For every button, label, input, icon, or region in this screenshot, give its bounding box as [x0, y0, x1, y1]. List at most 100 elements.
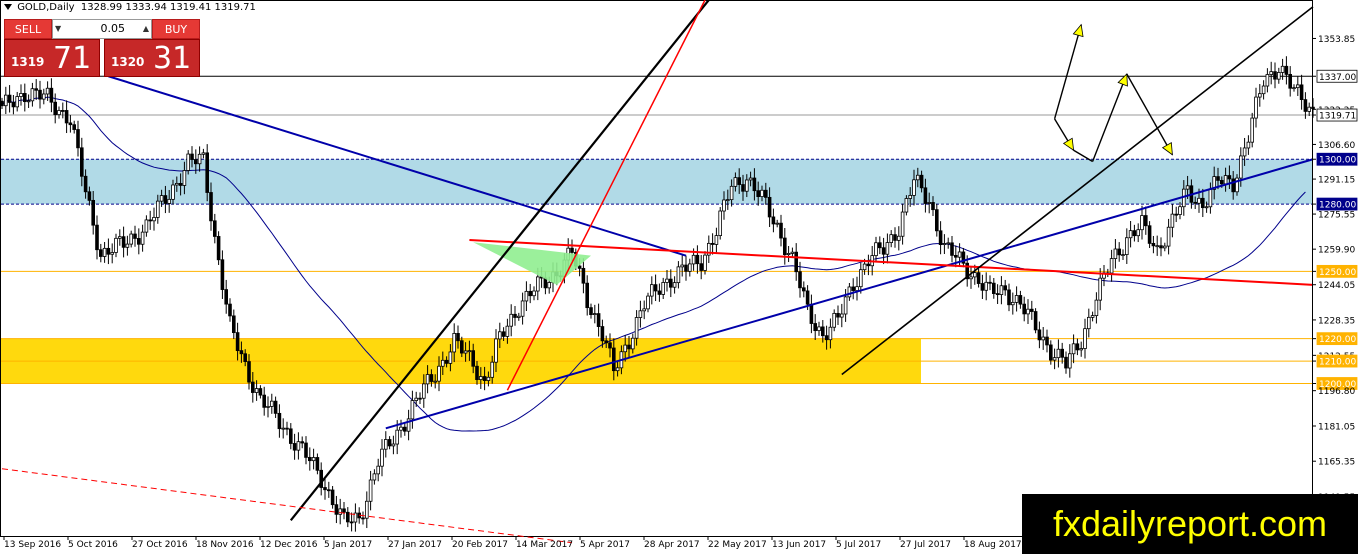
- candle: [874, 236, 878, 262]
- candle-body: [600, 326, 605, 342]
- candle: [946, 237, 950, 249]
- candle-body: [760, 189, 764, 198]
- chevron-down-icon[interactable]: [4, 4, 12, 10]
- candle-body: [802, 287, 806, 292]
- candle: [68, 115, 73, 133]
- candle: [110, 243, 115, 264]
- candle: [935, 203, 939, 237]
- sell-button[interactable]: SELL: [4, 19, 52, 39]
- candle: [273, 396, 278, 418]
- candle: [779, 214, 783, 247]
- candle: [1299, 74, 1304, 110]
- candle-body: [992, 282, 996, 294]
- candle: [775, 219, 779, 228]
- candle-body: [330, 489, 335, 506]
- candle-body: [152, 217, 156, 222]
- price-label: 1220.00: [1319, 335, 1356, 345]
- candle-body: [1011, 301, 1015, 306]
- candle-body: [121, 236, 126, 248]
- candle-body: [42, 93, 46, 100]
- candle-body: [376, 465, 380, 475]
- candle-body: [452, 333, 456, 353]
- candle-body: [1197, 197, 1201, 204]
- x-tick-label: 13 Jun 2017: [772, 540, 826, 550]
- candle: [950, 235, 954, 263]
- x-tick-label: 27 Jul 2017: [900, 540, 951, 550]
- candle-body: [140, 231, 145, 245]
- candle-body: [627, 344, 631, 350]
- candle-body: [437, 365, 441, 382]
- candle: [42, 88, 46, 105]
- candle-body: [380, 448, 384, 467]
- y-tick-label: 1353.85: [1318, 35, 1355, 45]
- candle-body: [53, 101, 57, 116]
- candle-body: [794, 251, 798, 273]
- candle: [646, 292, 650, 313]
- candle: [129, 230, 134, 248]
- candle-body: [171, 184, 175, 200]
- arrow-line: [1053, 24, 1082, 120]
- candle: [1292, 84, 1296, 92]
- candle: [1094, 292, 1099, 324]
- candle-body: [334, 504, 339, 515]
- x-tick-label: 18 Aug 2017: [964, 540, 1022, 550]
- candle-body: [372, 473, 377, 481]
- candle: [148, 210, 153, 230]
- candle-body: [916, 174, 920, 181]
- candle: [1265, 68, 1270, 93]
- candle-body: [1079, 348, 1084, 351]
- candle: [4, 86, 8, 115]
- candle: [695, 245, 700, 274]
- lot-up-icon[interactable]: ▲: [143, 20, 149, 38]
- candle-body: [1109, 258, 1114, 274]
- candle-body: [585, 282, 589, 309]
- candle-body: [547, 282, 551, 289]
- ask-price-button[interactable]: 1320 31: [104, 39, 200, 77]
- candle-body: [938, 230, 943, 246]
- candle-body: [729, 185, 734, 201]
- candle-body: [885, 242, 890, 255]
- candle: [406, 409, 411, 441]
- candle-body: [866, 263, 871, 267]
- candle-body: [368, 479, 373, 502]
- candle: [866, 254, 871, 276]
- candle-body: [623, 344, 627, 353]
- candle: [878, 236, 882, 255]
- candle: [528, 283, 532, 304]
- candle: [292, 433, 297, 460]
- symbol-label: GOLD,Daily: [17, 2, 75, 13]
- candle-body: [49, 87, 54, 103]
- candle: [323, 477, 327, 500]
- price-label: 1337.00: [1319, 73, 1356, 83]
- candle: [520, 292, 525, 325]
- candle: [783, 227, 787, 265]
- candle-body: [323, 487, 327, 491]
- lot-size-input[interactable]: ▼ 0.05 ▲: [52, 19, 152, 39]
- candle-body: [604, 340, 608, 344]
- candle: [771, 208, 776, 233]
- candle: [859, 262, 863, 294]
- candle: [1166, 218, 1171, 255]
- bid-price-button[interactable]: 1319 71: [4, 39, 100, 77]
- candle: [650, 276, 654, 305]
- price-label: 1319.71: [1319, 112, 1356, 122]
- candle-body: [874, 242, 878, 257]
- candle-body: [1037, 329, 1042, 341]
- candle: [338, 498, 342, 525]
- candle: [1155, 235, 1160, 256]
- buy-button[interactable]: BUY: [152, 19, 200, 39]
- lot-down-icon[interactable]: ▼: [55, 20, 61, 38]
- candle-body: [931, 202, 935, 211]
- candle: [992, 277, 996, 299]
- candle-body: [471, 350, 475, 367]
- candle-body: [855, 286, 859, 291]
- x-tick-label: 14 Mar 2017: [516, 540, 573, 550]
- candle: [387, 436, 392, 450]
- price-label: 1250.00: [1319, 268, 1356, 278]
- candle: [114, 233, 118, 258]
- candle-body: [999, 285, 1004, 296]
- candle-body: [589, 307, 593, 316]
- candle-body: [581, 267, 586, 284]
- candle-body: [235, 332, 240, 352]
- candle: [319, 462, 323, 496]
